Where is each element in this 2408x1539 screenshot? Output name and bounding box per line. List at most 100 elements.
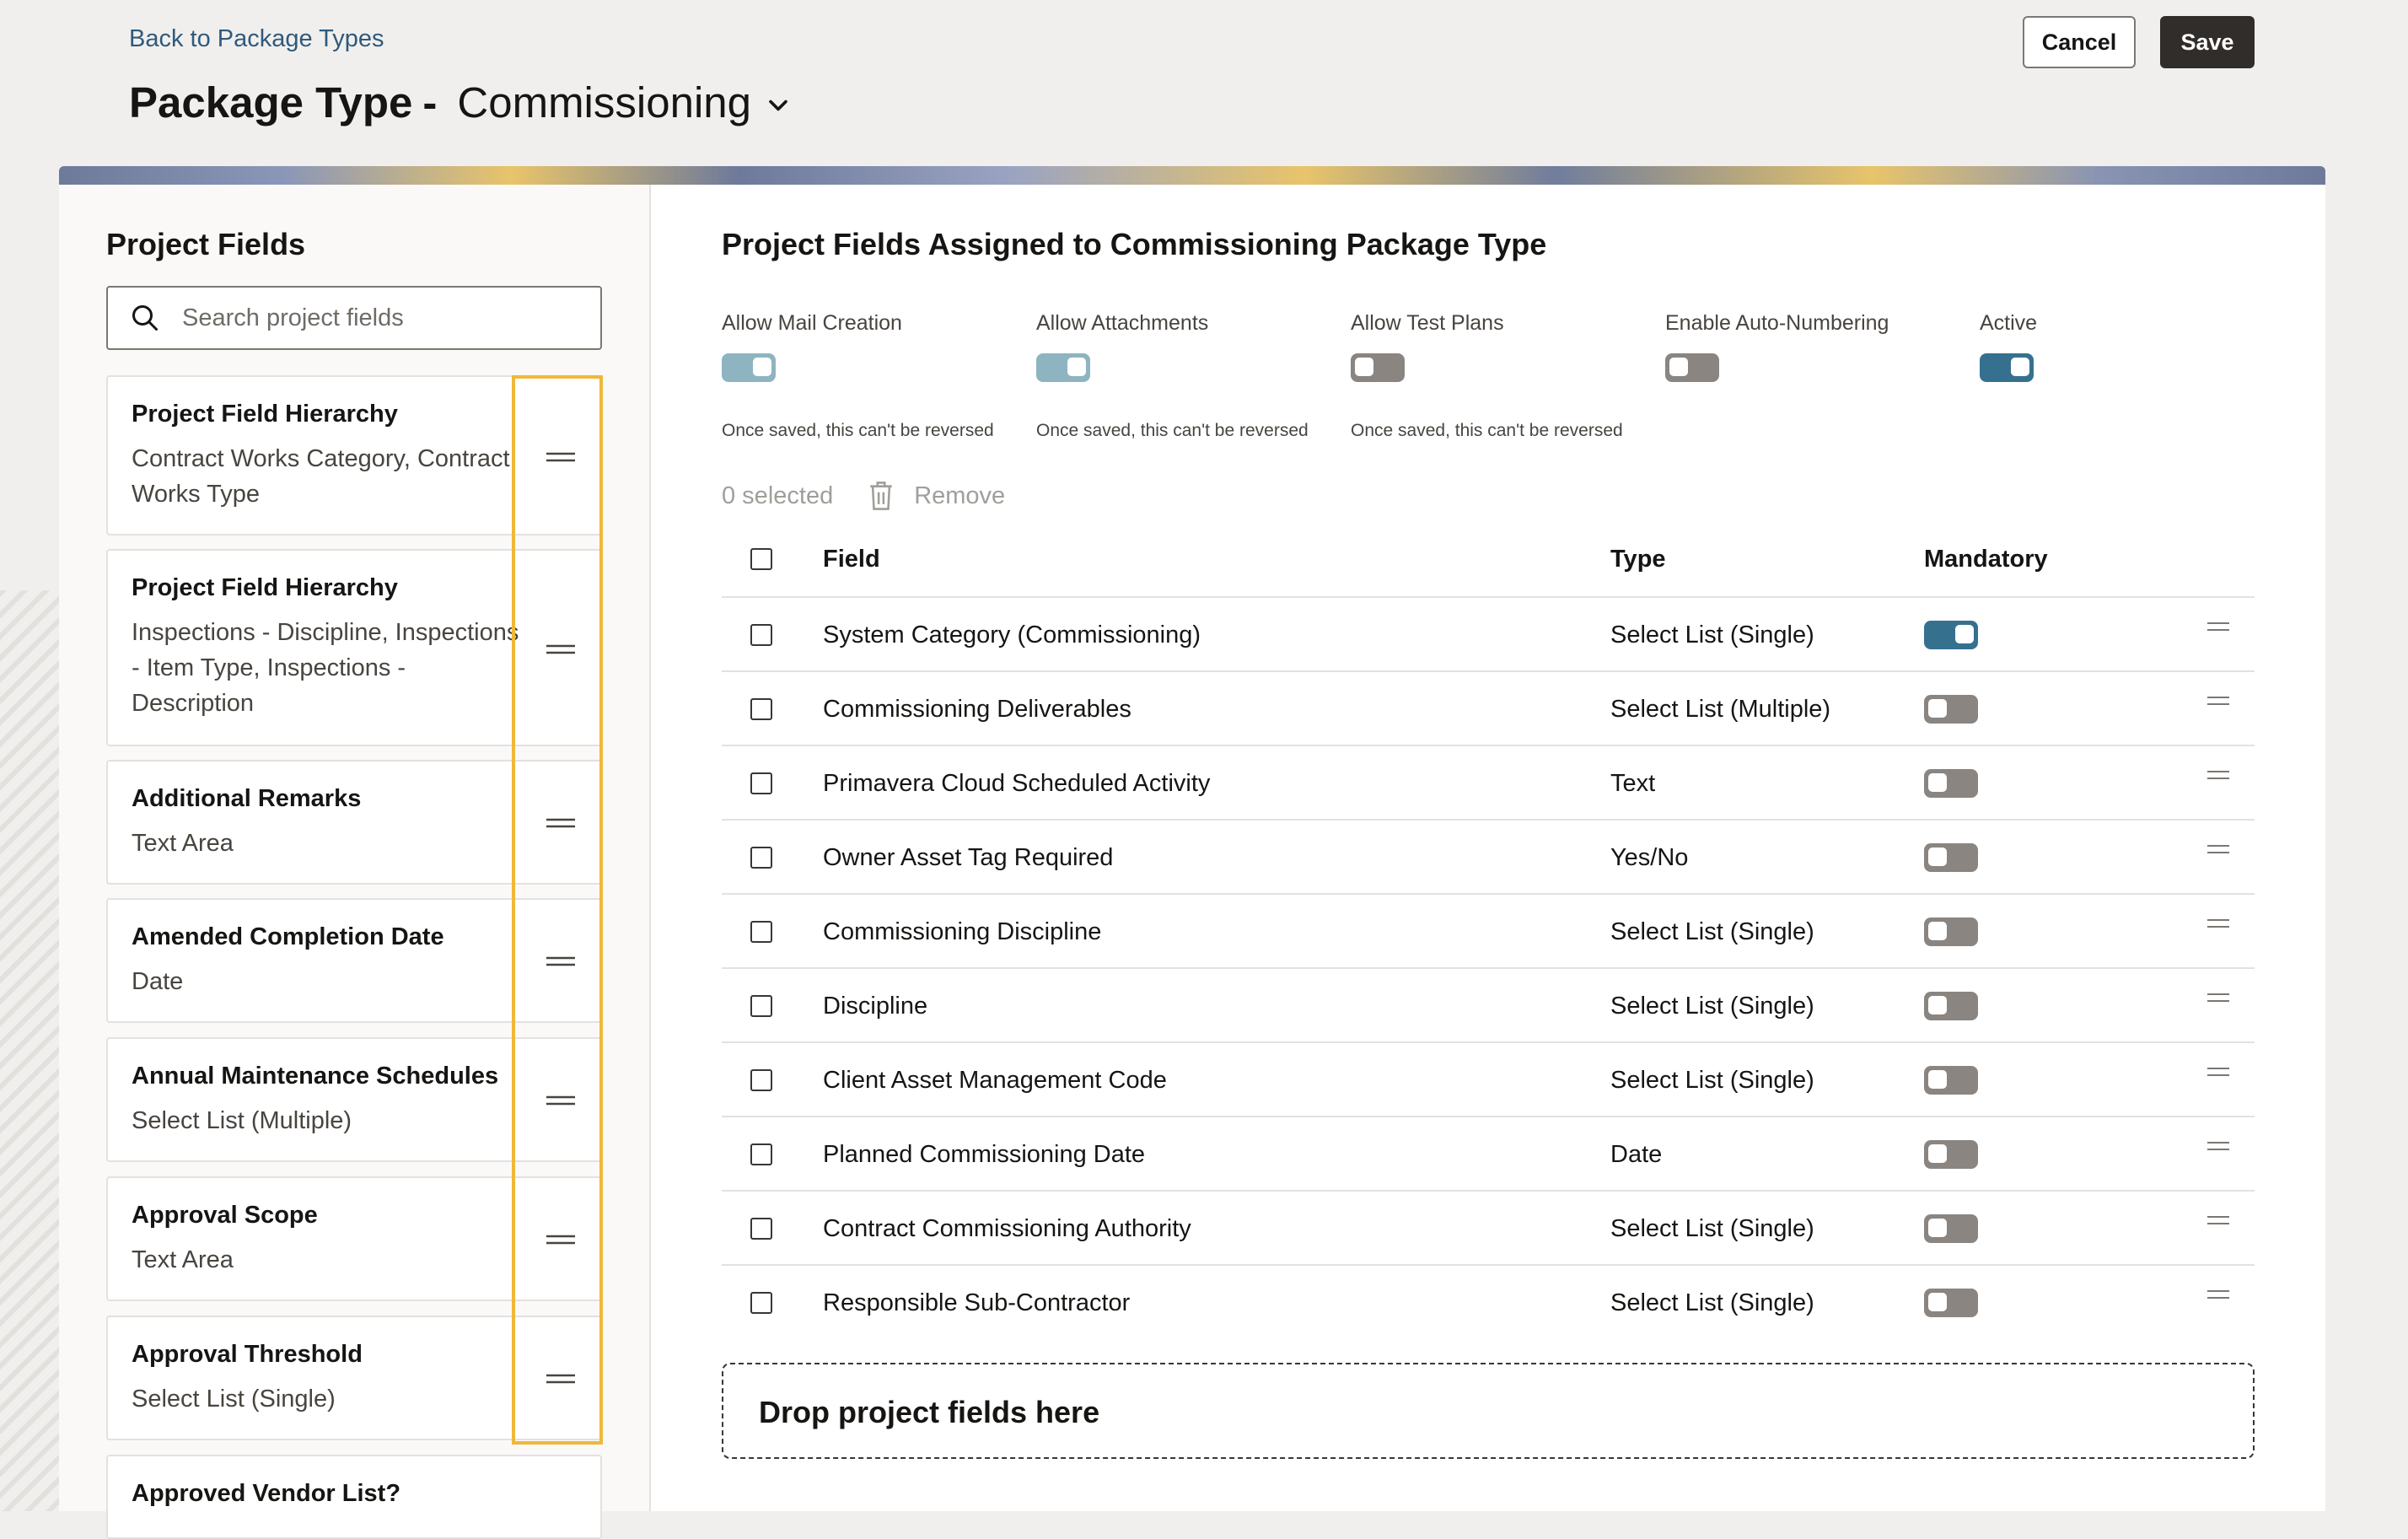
row-checkbox[interactable] — [750, 847, 772, 869]
field-card-subtitle: Select List (Single) — [132, 1386, 336, 1413]
drop-zone[interactable]: Drop project fields here — [722, 1363, 2255, 1459]
page-title: Package Type - Commissioning — [129, 78, 793, 127]
drag-handle-icon[interactable] — [546, 1095, 575, 1106]
field-card[interactable]: Project Field Hierarchy Inspections - Di… — [106, 549, 602, 746]
drag-handle-icon[interactable] — [546, 1373, 575, 1385]
table-row[interactable]: Commissioning Discipline Select List (Si… — [722, 893, 2255, 969]
selection-bar: 0 selected Remove — [722, 480, 1005, 512]
option-active: Active — [1980, 311, 2037, 382]
field-card-subtitle: Date — [132, 968, 184, 995]
row-type: Yes/No — [1610, 844, 1689, 871]
field-card[interactable]: Approval Threshold Select List (Single) — [106, 1316, 602, 1440]
row-checkbox[interactable] — [750, 995, 772, 1017]
field-card[interactable]: Approved Vendor List? — [106, 1455, 602, 1539]
option-label: Allow Mail Creation — [722, 311, 902, 335]
field-card[interactable]: Amended Completion Date Date — [106, 898, 602, 1023]
row-field: Discipline — [823, 993, 928, 1020]
option-label: Enable Auto-Numbering — [1665, 311, 1889, 335]
table-row[interactable]: Contract Commissioning Authority Select … — [722, 1190, 2255, 1266]
mandatory-toggle[interactable] — [1924, 621, 1978, 649]
save-button[interactable]: Save — [2160, 16, 2255, 68]
drag-handle-icon[interactable] — [546, 1234, 575, 1246]
assigned-fields-title: Project Fields Assigned to Commissioning… — [722, 227, 1547, 261]
drag-handle-icon[interactable] — [2207, 918, 2229, 928]
search-icon — [132, 305, 158, 331]
field-card[interactable]: Annual Maintenance Schedules Select List… — [106, 1037, 602, 1162]
allow-test-plans-toggle[interactable] — [1351, 353, 1405, 382]
allow-attachments-toggle[interactable] — [1036, 353, 1090, 382]
table-row[interactable]: Discipline Select List (Single) — [722, 967, 2255, 1043]
active-toggle[interactable] — [1980, 353, 2034, 382]
drag-handle-icon[interactable] — [2207, 993, 2229, 1003]
mandatory-toggle[interactable] — [1924, 769, 1978, 798]
field-card[interactable]: Approval Scope Text Area — [106, 1176, 602, 1301]
mandatory-toggle[interactable] — [1924, 1140, 1978, 1169]
field-card-title: Approval Threshold — [132, 1341, 363, 1368]
package-type-selector[interactable]: Commissioning — [457, 78, 751, 127]
table-row[interactable]: System Category (Commissioning) Select L… — [722, 596, 2255, 672]
project-fields-title: Project Fields — [106, 227, 306, 261]
row-type: Select List (Single) — [1610, 1289, 1814, 1316]
drag-handle-icon[interactable] — [546, 451, 575, 463]
drag-handle-icon[interactable] — [546, 817, 575, 829]
row-checkbox[interactable] — [750, 698, 772, 720]
drag-handle-icon[interactable] — [2207, 1289, 2229, 1300]
row-field: Client Asset Management Code — [823, 1067, 1167, 1094]
table-row[interactable]: Planned Commissioning Date Date — [722, 1116, 2255, 1192]
drag-handle-icon[interactable] — [2207, 696, 2229, 706]
trash-icon — [870, 482, 892, 510]
mandatory-toggle[interactable] — [1924, 1289, 1978, 1317]
field-card-subtitle: Text Area — [132, 1246, 234, 1273]
drag-handle-icon[interactable] — [546, 955, 575, 967]
row-checkbox[interactable] — [750, 921, 772, 943]
drag-handle-icon[interactable] — [2207, 1141, 2229, 1151]
table-row[interactable]: Commissioning Deliverables Select List (… — [722, 670, 2255, 746]
row-type: Select List (Single) — [1610, 1067, 1814, 1094]
drag-handle-icon[interactable] — [2207, 622, 2229, 632]
row-checkbox[interactable] — [750, 1218, 772, 1240]
back-to-package-types-link[interactable]: Back to Package Types — [129, 25, 384, 53]
main-card: Project Fields Project Field Hierarchy C… — [59, 185, 2325, 1539]
mandatory-toggle[interactable] — [1924, 843, 1978, 872]
allow-mail-creation-toggle[interactable] — [722, 353, 776, 382]
selected-count: 0 selected — [722, 482, 834, 509]
row-checkbox[interactable] — [750, 1069, 772, 1091]
drag-handle-icon[interactable] — [2207, 1215, 2229, 1225]
table-row[interactable]: Responsible Sub-Contractor Select List (… — [722, 1264, 2255, 1340]
header-type: Type — [1610, 546, 1666, 573]
page-title-separator: - — [422, 78, 438, 126]
field-card-title: Project Field Hierarchy — [132, 401, 398, 428]
remove-button[interactable]: Remove — [914, 482, 1005, 510]
field-card[interactable]: Additional Remarks Text Area — [106, 760, 602, 885]
mandatory-toggle[interactable] — [1924, 695, 1978, 724]
mandatory-toggle[interactable] — [1924, 992, 1978, 1020]
mandatory-toggle[interactable] — [1924, 917, 1978, 946]
cancel-button[interactable]: Cancel — [2023, 16, 2136, 68]
row-field: Owner Asset Tag Required — [823, 844, 1114, 871]
option-note: Once saved, this can't be reversed — [722, 421, 994, 440]
row-checkbox[interactable] — [750, 624, 772, 646]
enable-auto-numbering-toggle[interactable] — [1665, 353, 1719, 382]
mandatory-toggle[interactable] — [1924, 1214, 1978, 1243]
chevron-down-icon[interactable] — [763, 90, 793, 121]
table-row[interactable]: Owner Asset Tag Required Yes/No — [722, 819, 2255, 895]
table-row[interactable]: Client Asset Management Code Select List… — [722, 1041, 2255, 1117]
drag-handle-icon[interactable] — [2207, 1067, 2229, 1077]
drop-zone-label: Drop project fields here — [759, 1395, 1100, 1429]
row-checkbox[interactable] — [750, 1292, 772, 1314]
drag-handle-icon[interactable] — [546, 643, 575, 655]
row-type: Select List (Single) — [1610, 918, 1814, 945]
option-allow-test-plans: Allow Test Plans Once saved, this can't … — [1351, 311, 1623, 440]
field-card[interactable]: Project Field Hierarchy Contract Works C… — [106, 375, 602, 535]
search-box[interactable] — [106, 286, 602, 350]
select-all-checkbox[interactable] — [750, 548, 772, 570]
row-checkbox[interactable] — [750, 1143, 772, 1165]
drag-handle-icon[interactable] — [2207, 770, 2229, 780]
drag-handle-icon[interactable] — [2207, 844, 2229, 854]
mandatory-toggle[interactable] — [1924, 1066, 1978, 1095]
row-type: Select List (Single) — [1610, 993, 1814, 1020]
table-row[interactable]: Primavera Cloud Scheduled Activity Text — [722, 745, 2255, 821]
search-input[interactable] — [180, 303, 589, 333]
field-card-subtitle: Text Area — [132, 830, 234, 857]
row-checkbox[interactable] — [750, 772, 772, 794]
